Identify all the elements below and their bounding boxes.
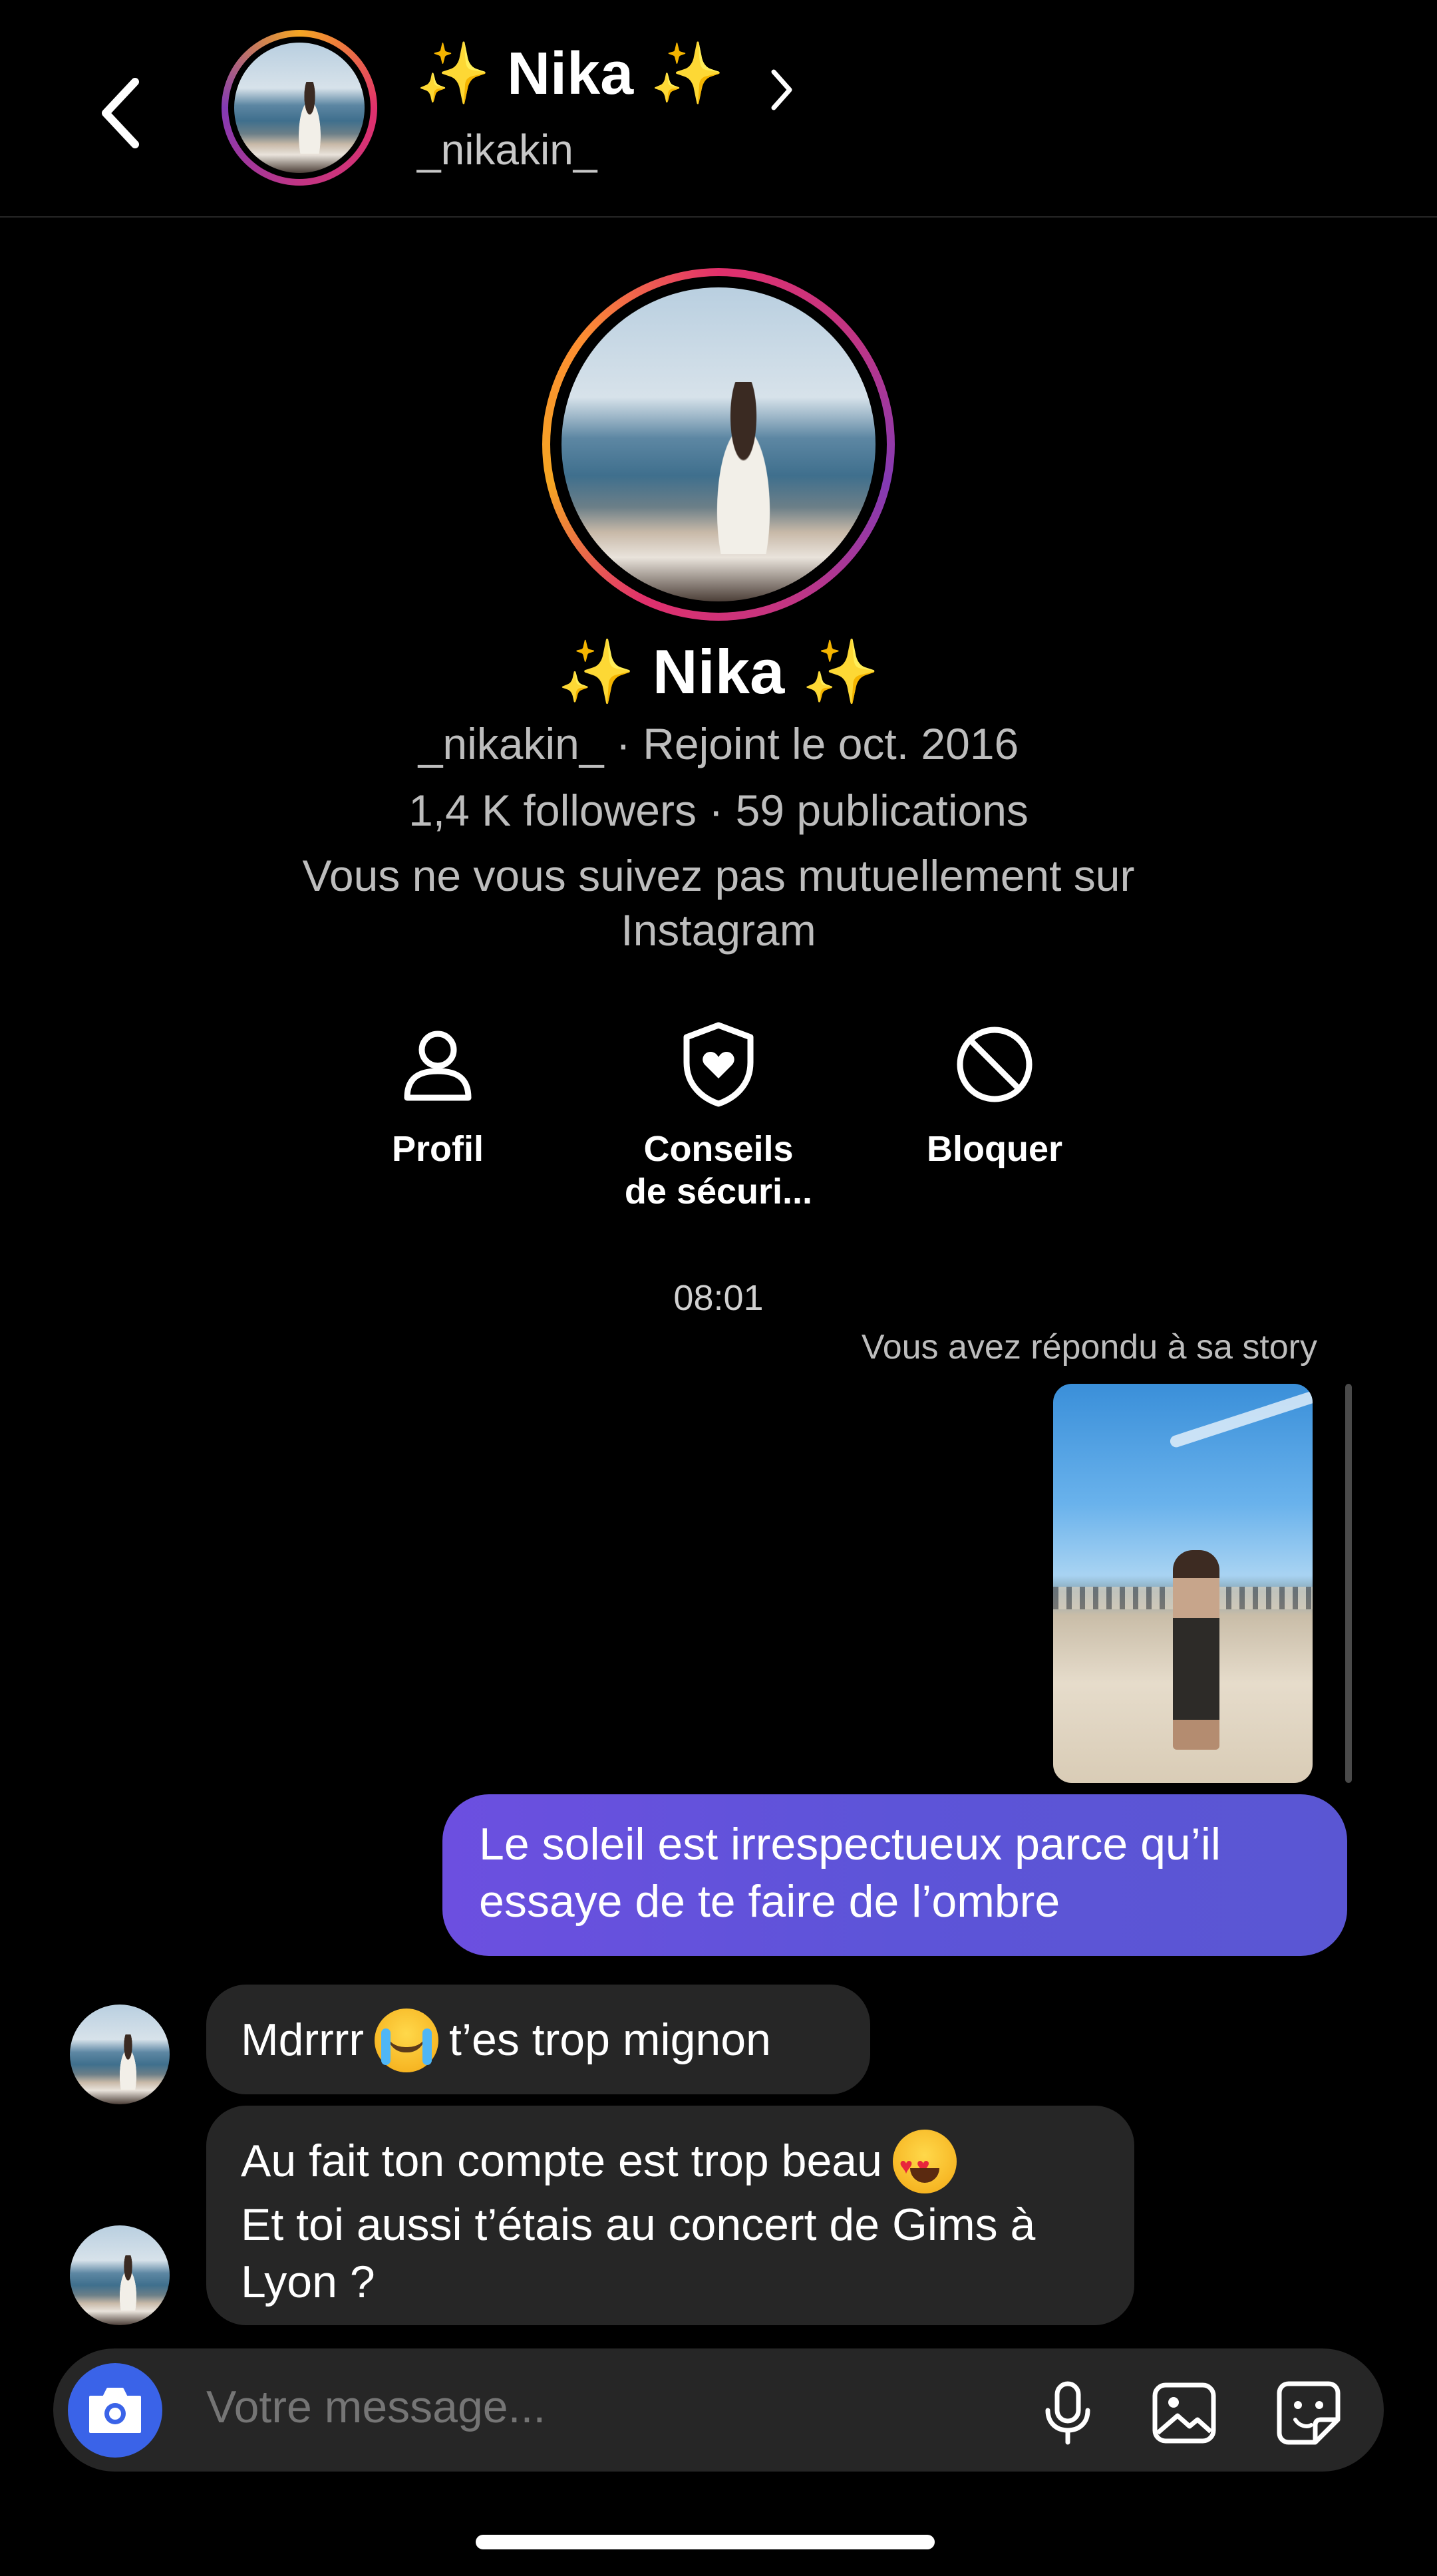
message-text: t’es trop mignon bbox=[449, 2014, 771, 2065]
story-reply-note: Vous avez répondu à sa story bbox=[861, 1328, 1317, 1367]
message-text: Au fait ton compte est trop beau bbox=[241, 2136, 882, 2186]
home-indicator[interactable] bbox=[476, 2535, 935, 2549]
incoming-message[interactable]: Au fait ton compte est trop beau Et toi … bbox=[206, 2106, 1134, 2325]
profile-photo bbox=[561, 287, 876, 601]
message-text: Et toi aussi t’étais au concert de Gims … bbox=[241, 2199, 1036, 2308]
mutual-follow-note: Vous ne vous suivez pas mutuellement sur… bbox=[302, 851, 1135, 955]
message-timestamp: 08:01 bbox=[673, 1278, 764, 1318]
person-icon bbox=[395, 1021, 481, 1108]
message-input[interactable] bbox=[205, 2380, 1006, 2434]
incoming-message[interactable]: Mdrrrr t’es trop mignon bbox=[206, 1985, 870, 2094]
block-icon bbox=[951, 1021, 1038, 1108]
profile-name: ✨ Nika ✨ bbox=[557, 637, 880, 707]
message-composer bbox=[53, 2348, 1384, 2472]
sticker-icon[interactable] bbox=[1272, 2376, 1345, 2450]
block-button[interactable]: Bloquer bbox=[895, 1021, 1094, 1170]
chat-header: ✨ Nika ✨ _nikakin_ bbox=[0, 0, 1437, 218]
message-text: Mdrrrr bbox=[241, 2014, 365, 2065]
camera-button[interactable] bbox=[68, 2363, 162, 2458]
profile-meta: _nikakin_ · Rejoint le oct. 2016 bbox=[418, 719, 1019, 768]
thread-scrollbar[interactable] bbox=[1345, 1384, 1352, 1783]
chevron-right-icon[interactable] bbox=[765, 63, 798, 116]
back-button[interactable] bbox=[86, 67, 153, 160]
gallery-icon[interactable] bbox=[1148, 2376, 1221, 2450]
chevron-left-icon bbox=[102, 78, 139, 148]
sender-avatar[interactable] bbox=[70, 2005, 170, 2104]
outgoing-message[interactable]: Le soleil est irrespectueux parce qu’il … bbox=[442, 1794, 1347, 1956]
crying-face-emoji-icon bbox=[375, 2009, 439, 2073]
shield-heart-icon bbox=[675, 1021, 762, 1108]
header-username[interactable]: _nikakin_ bbox=[417, 125, 597, 174]
sender-avatar[interactable] bbox=[70, 2225, 170, 2325]
action-label-safety: Conseils de sécuri... bbox=[624, 1129, 813, 1211]
profile-action-button[interactable]: Profil bbox=[338, 1021, 538, 1170]
action-label-block: Bloquer bbox=[926, 1129, 1062, 1169]
profile-stats: 1,4 K followers · 59 publications bbox=[408, 786, 1029, 835]
header-display-name[interactable]: ✨ Nika ✨ bbox=[416, 39, 724, 108]
heart-eyes-emoji-icon bbox=[892, 2130, 957, 2195]
action-label-profile: Profil bbox=[391, 1129, 484, 1169]
header-avatar[interactable] bbox=[222, 30, 377, 186]
microphone-icon[interactable] bbox=[1031, 2376, 1104, 2450]
profile-avatar[interactable] bbox=[542, 268, 895, 621]
avatar-photo bbox=[234, 43, 365, 173]
story-reply-image[interactable] bbox=[1053, 1384, 1313, 1783]
camera-icon bbox=[89, 2388, 141, 2433]
safety-tips-button[interactable]: Conseils de sécuri... bbox=[619, 1021, 818, 1213]
